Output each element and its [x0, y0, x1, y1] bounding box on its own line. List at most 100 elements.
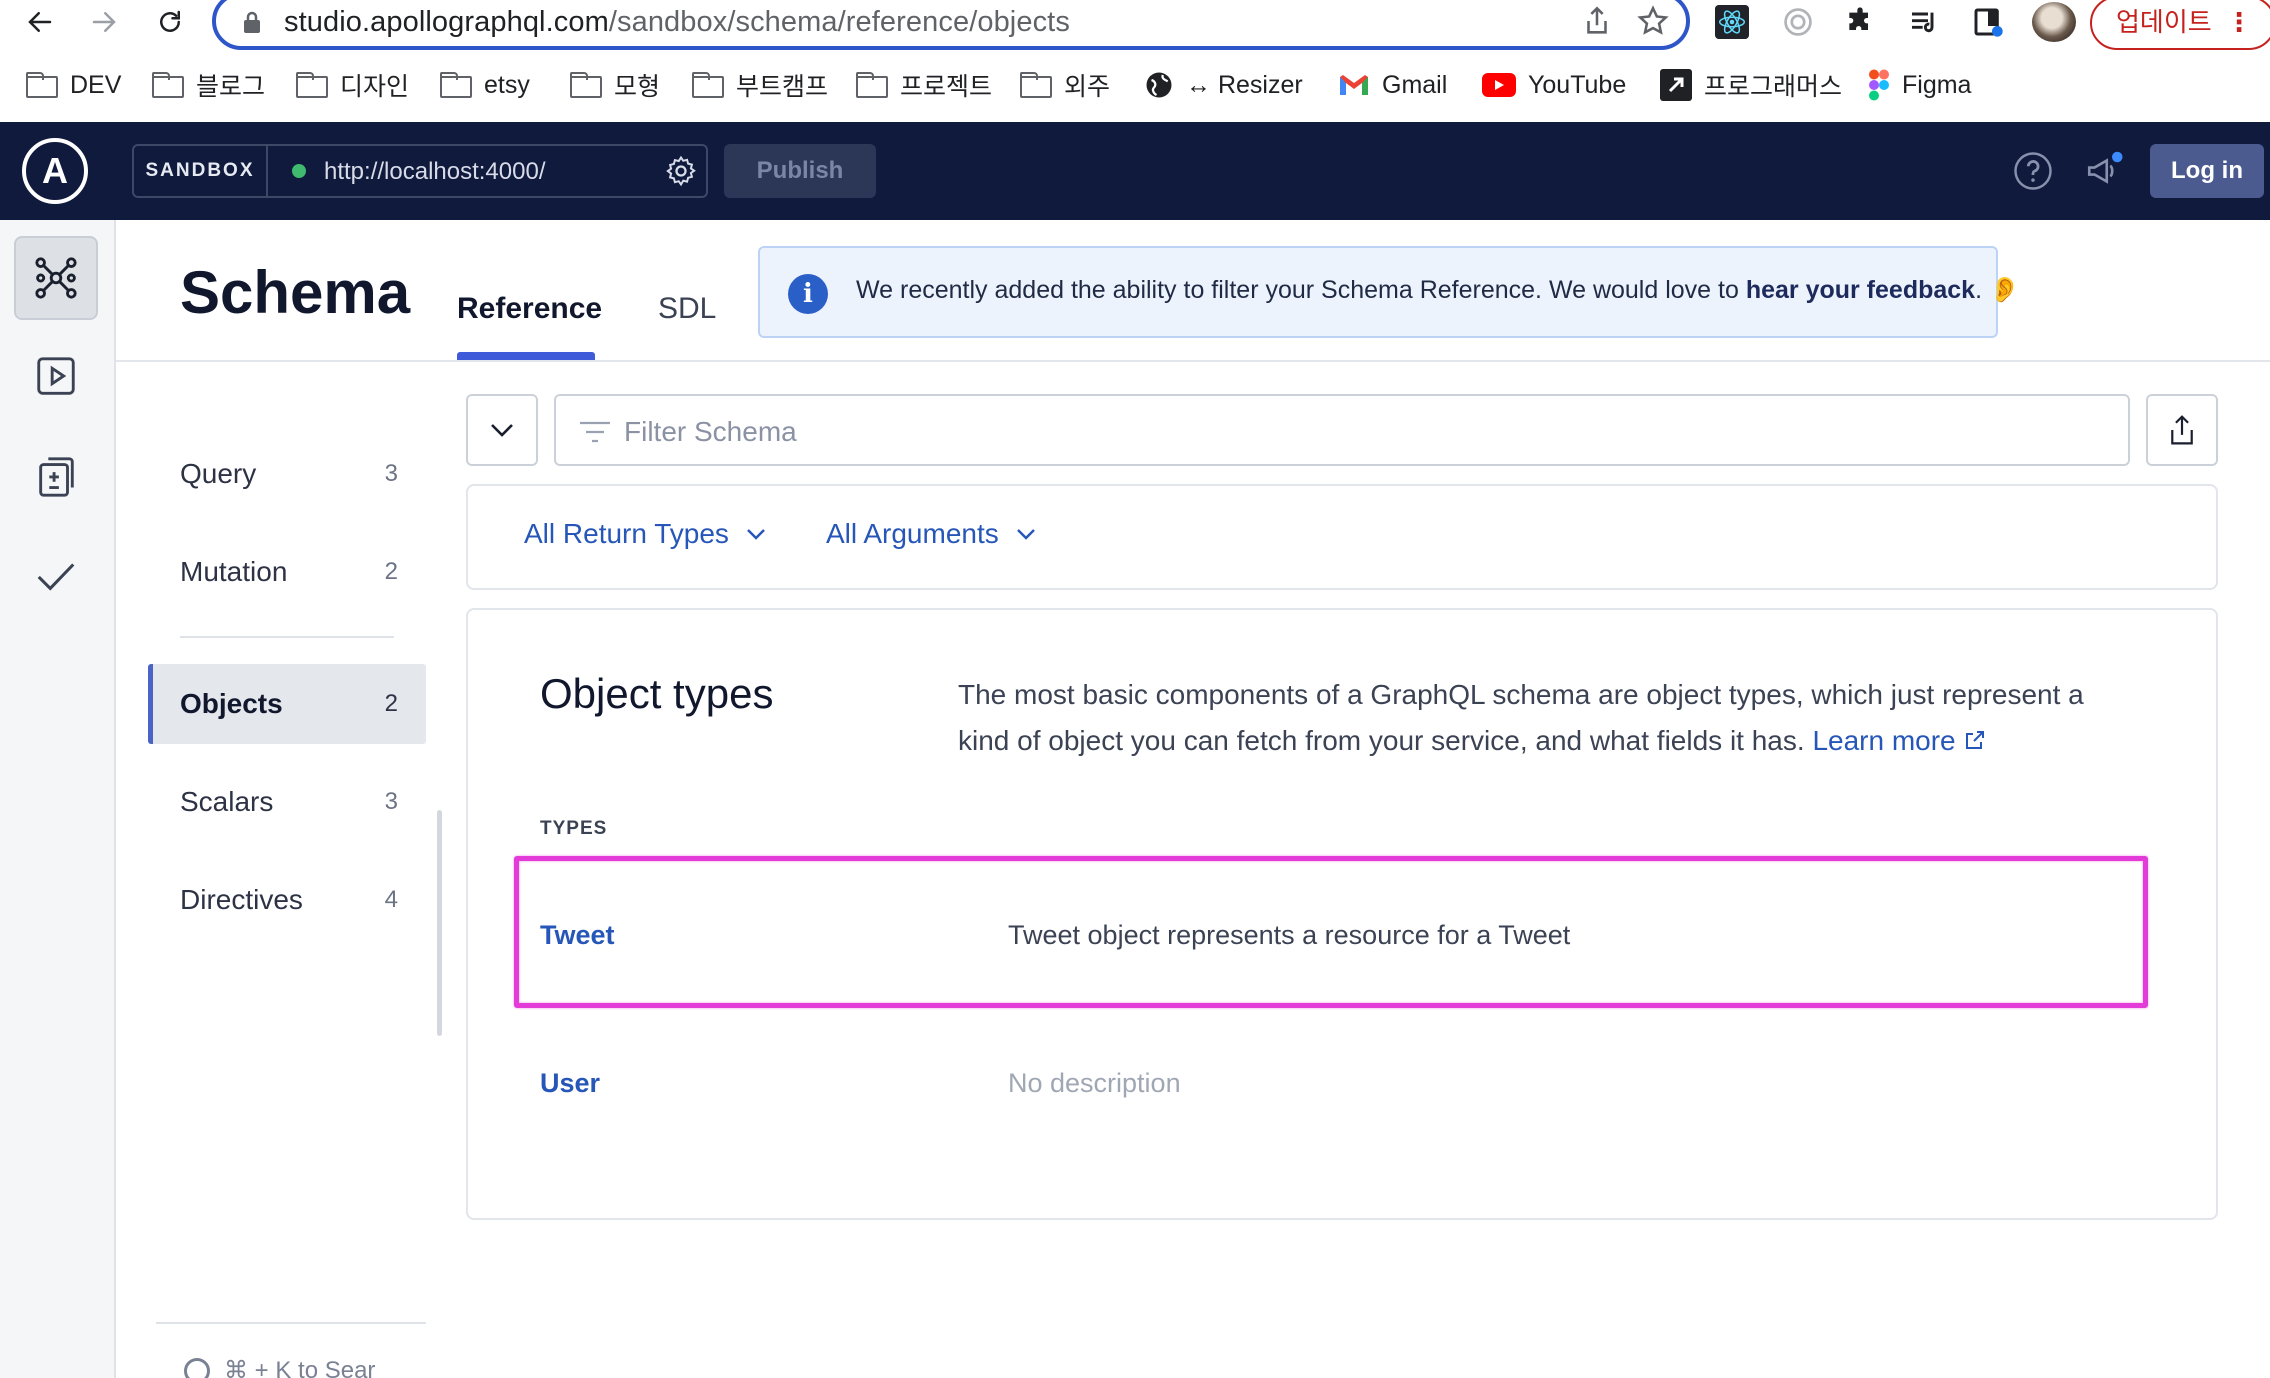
- chevron-down-icon: [747, 529, 765, 540]
- rail-changelog-button[interactable]: [14, 434, 98, 518]
- feedback-link[interactable]: hear your feedback: [1746, 276, 1975, 304]
- bookmark-folder-etsy[interactable]: etsy: [440, 64, 530, 106]
- bookmark-label: 프로젝트: [900, 73, 993, 101]
- bookmark-label: 블로그: [196, 73, 266, 101]
- sidebar-item-mutation[interactable]: Mutation 2: [148, 532, 426, 612]
- media-playlist-icon[interactable]: [1906, 4, 1942, 40]
- diff-document-icon: [39, 457, 74, 497]
- filter-schema-input[interactable]: Filter Schema: [554, 394, 2130, 466]
- bookmark-folder-design[interactable]: 디자인: [296, 64, 409, 106]
- profile-avatar[interactable]: [2032, 2, 2076, 42]
- bookmark-label: Figma: [1902, 70, 1972, 99]
- sidebar-item-count: 2: [384, 558, 398, 585]
- bookmark-youtube[interactable]: YouTube: [1482, 64, 1626, 106]
- bookmark-label: DEV: [70, 70, 122, 99]
- login-button[interactable]: Log in: [2150, 144, 2264, 198]
- url-host: studio.apollographql.com: [284, 6, 609, 38]
- object-types-description: The most basic components of a GraphQL s…: [958, 672, 2138, 764]
- bookmark-star-icon[interactable]: [1636, 4, 1670, 38]
- bookmark-label: 프로그래머스: [1704, 73, 1843, 101]
- bookmark-folder-project[interactable]: 프로젝트: [856, 64, 992, 106]
- folder-icon: [856, 72, 888, 98]
- highlight-annotation-box: [514, 856, 2148, 1008]
- arguments-label: All Arguments: [826, 518, 999, 549]
- publish-button[interactable]: Publish: [724, 144, 876, 198]
- collapse-dropdown-button[interactable]: [466, 394, 538, 466]
- folder-icon: [692, 72, 724, 98]
- arguments-dropdown[interactable]: All Arguments: [826, 518, 1037, 550]
- update-button[interactable]: 업데이트 ⋮: [2090, 0, 2270, 50]
- sidebar-item-label: Objects: [180, 688, 283, 719]
- return-types-label: All Return Types: [524, 518, 729, 549]
- kebab-menu-icon: ⋮: [2226, 7, 2252, 37]
- endpoint-url-input[interactable]: http://localhost:4000/: [324, 158, 545, 186]
- external-link-icon: [1966, 731, 1985, 749]
- bookmark-folder-bootcamp[interactable]: 부트캠프: [692, 64, 828, 106]
- bookmark-resizer[interactable]: ↔ Resizer: [1144, 64, 1303, 106]
- extension-target-icon[interactable]: [1780, 4, 1816, 40]
- tab-reference[interactable]: Reference: [457, 292, 602, 326]
- bookmark-label: 디자인: [340, 73, 410, 101]
- learn-more-link[interactable]: Learn more: [1812, 725, 1987, 756]
- apollo-logo[interactable]: A: [22, 138, 88, 204]
- status-dot: [292, 164, 306, 178]
- sidebar-item-objects[interactable]: Objects 2: [148, 664, 426, 744]
- side-panel-icon[interactable]: [1970, 4, 2006, 40]
- search-icon: [184, 1357, 210, 1378]
- extensions-puzzle-icon[interactable]: [1842, 4, 1878, 40]
- announcement-megaphone-icon[interactable]: [2084, 150, 2126, 192]
- gmail-icon: [1340, 75, 1368, 95]
- forward-button[interactable]: [86, 4, 122, 40]
- back-button[interactable]: [22, 4, 58, 40]
- sidebar-divider: [180, 636, 394, 638]
- info-banner: i We recently added the ability to filte…: [758, 246, 2020, 338]
- rail-schema-button[interactable]: [14, 236, 98, 320]
- sidebar-item-count: 2: [384, 690, 398, 717]
- filter-icon: [580, 421, 610, 443]
- rail-explorer-button[interactable]: [14, 334, 98, 418]
- return-types-dropdown[interactable]: All Return Types: [524, 518, 767, 550]
- sidebar-bottom-divider: [156, 1322, 426, 1324]
- bookmark-label: YouTube: [1528, 70, 1627, 99]
- bookmark-programmers[interactable]: 프로그래머스: [1660, 64, 1842, 106]
- export-button[interactable]: [2146, 394, 2218, 466]
- search-hint: ⌘ + K to Sear: [224, 1357, 376, 1378]
- endpoint-bar: SANDBOX http://localhost:4000/: [132, 144, 708, 198]
- sidebar-search-shortcut[interactable]: ⌘ + K to Sear: [184, 1356, 375, 1378]
- reload-icon: [160, 10, 180, 32]
- share-page-icon[interactable]: [1580, 4, 1614, 38]
- bookmark-folder-model[interactable]: 모형: [570, 64, 660, 106]
- sidebar-scrollbar[interactable]: [437, 810, 442, 1036]
- bookmark-gmail[interactable]: Gmail: [1338, 64, 1447, 106]
- filter-placeholder: Filter Schema: [624, 416, 797, 447]
- update-label: 업데이트: [2116, 7, 2212, 37]
- help-icon[interactable]: [2012, 150, 2054, 192]
- globe-icon: [1146, 72, 1172, 98]
- bookmark-folder-outsource[interactable]: 외주: [1020, 64, 1110, 106]
- bookmark-folder-dev[interactable]: DEV: [26, 64, 121, 106]
- bookmark-folder-blog[interactable]: 블로그: [152, 64, 265, 106]
- sidebar-item-label: Scalars: [180, 786, 274, 817]
- active-tab-indicator: [457, 352, 595, 360]
- sandbox-tag: SANDBOX: [134, 146, 268, 196]
- figma-icon: [1869, 69, 1889, 101]
- bookmark-figma[interactable]: Figma: [1868, 64, 1971, 106]
- rail-checks-button[interactable]: [14, 534, 98, 618]
- react-devtools-icon[interactable]: [1714, 4, 1750, 40]
- address-url: studio.apollographql.com/sandbox/schema/…: [284, 6, 1070, 39]
- sidebar-item-directives[interactable]: Directives 4: [148, 860, 426, 940]
- address-bar[interactable]: studio.apollographql.com/sandbox/schema/…: [212, 0, 1690, 50]
- filters-card: All Return Types All Arguments: [466, 484, 2218, 590]
- banner-suffix: . 👂: [1975, 276, 2021, 304]
- type-link-user[interactable]: User: [540, 1068, 600, 1099]
- play-square-icon: [37, 357, 75, 395]
- bookmark-label: 모형: [614, 73, 661, 101]
- sidebar-item-scalars[interactable]: Scalars 3: [148, 762, 426, 842]
- nav-rail: [0, 220, 116, 1378]
- browser-toolbar: studio.apollographql.com/sandbox/schema/…: [0, 0, 2270, 50]
- gear-icon[interactable]: [664, 154, 698, 188]
- reload-button[interactable]: [152, 4, 188, 40]
- sidebar-item-query[interactable]: Query 3: [148, 434, 426, 514]
- tab-sdl[interactable]: SDL: [658, 292, 716, 326]
- folder-icon: [570, 72, 602, 98]
